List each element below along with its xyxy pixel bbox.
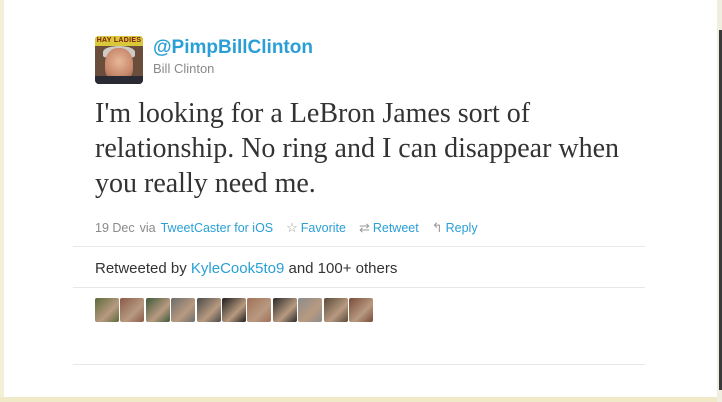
- favorite-label: Favorite: [300, 221, 346, 235]
- avatar[interactable]: HAY LADIES: [95, 36, 143, 84]
- retweeted-by: Retweeted by KyleCook5to9 and 100+ other…: [95, 260, 397, 277]
- divider: [73, 246, 645, 247]
- window-edge-left: [0, 0, 4, 402]
- retweeter-avatar[interactable]: [145, 298, 170, 322]
- favorite-button[interactable]: ☆ Favorite: [286, 220, 346, 236]
- retweeter-avatar[interactable]: [95, 298, 119, 322]
- retweeted-by-suffix: and 100+ others: [288, 260, 398, 277]
- reply-label: Reply: [445, 221, 478, 235]
- retweeted-by-prefix: Retweeted by: [95, 260, 187, 277]
- tweet-date[interactable]: 19 Dec: [95, 221, 135, 235]
- divider: [73, 364, 645, 365]
- retweeter-avatar[interactable]: [196, 298, 221, 322]
- tweet-text: I'm looking for a LeBron James sort of r…: [95, 98, 620, 199]
- retweeter-avatar[interactable]: [272, 298, 297, 322]
- retweeter-avatar[interactable]: [348, 298, 373, 322]
- tweet-source-link[interactable]: TweetCaster for iOS: [161, 221, 274, 235]
- retweeter-avatar[interactable]: [120, 298, 145, 322]
- avatar-suit: [95, 76, 143, 84]
- reply-icon: ↰: [431, 220, 443, 235]
- retweeter-avatar[interactable]: [298, 298, 323, 322]
- tweet-meta: 19 Dec via TweetCaster for iOS ☆ Favorit…: [95, 220, 478, 236]
- retweeter-avatars: [95, 298, 374, 322]
- star-icon: ☆: [286, 220, 298, 235]
- retweeted-by-user-link[interactable]: KyleCook5to9: [191, 260, 284, 277]
- retweet-button[interactable]: ⇄ Retweet: [359, 220, 419, 236]
- retweeter-avatar[interactable]: [247, 298, 272, 322]
- divider: [73, 287, 645, 288]
- retweeter-avatar[interactable]: [323, 298, 348, 322]
- retweet-label: Retweet: [372, 221, 419, 235]
- retweet-icon: ⇄: [358, 220, 370, 235]
- tweet-card: HAY LADIES @PimpBillClinton Bill Clinton…: [73, 0, 645, 402]
- avatar-banner-text: HAY LADIES: [95, 36, 143, 46]
- user-full-name: Bill Clinton: [153, 61, 215, 76]
- retweeter-avatar[interactable]: [221, 298, 246, 322]
- retweeter-avatar[interactable]: [171, 298, 196, 322]
- via-label: via: [139, 221, 156, 235]
- user-handle[interactable]: @PimpBillClinton: [153, 37, 313, 59]
- reply-button[interactable]: ↰ Reply: [432, 220, 478, 236]
